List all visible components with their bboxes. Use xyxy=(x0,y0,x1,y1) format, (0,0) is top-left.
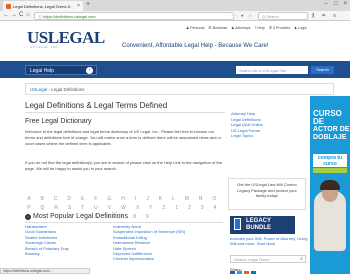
legal-help-label: Legal Help xyxy=(30,68,54,74)
sidebar-link-legal-qa[interactable]: Legal Q&A Online xyxy=(231,122,263,128)
browser-nav-bar: ← → C ⌂ ⓘ https://definitions.uslegal.co… xyxy=(0,11,350,21)
close-window-button[interactable]: × xyxy=(343,1,347,7)
legacy-bundle-banner[interactable]: LEGACY BUNDLE xyxy=(230,216,295,234)
ad-badge: compra tu curso xyxy=(313,154,347,167)
minimize-button[interactable]: – xyxy=(325,1,328,7)
search-button[interactable]: Search xyxy=(311,66,334,74)
favicon-icon xyxy=(6,3,11,9)
promo-box[interactable]: Get the USLegal Law Will Combo Legacy Pa… xyxy=(228,178,306,210)
logo-subtitle: US LEGAL, INC. xyxy=(30,45,60,49)
window-controls: – □ × xyxy=(325,1,347,7)
site-tagline: Convenient, Affordable Legal Help - Beca… xyxy=(122,43,269,49)
top-link-provides[interactable]: ☰ 0 Provides xyxy=(269,26,290,30)
page-actions[interactable]: ··· ♥ ☆ xyxy=(228,13,254,18)
site-search-input[interactable]: Search All of USLegal Site xyxy=(236,66,308,74)
breadcrumb-current: Legal Definitions xyxy=(51,87,85,92)
legal-help-dropdown[interactable]: Legal Help › xyxy=(25,65,97,75)
top-link-attorneys[interactable]: ♟ Attorneys xyxy=(231,26,250,30)
browser-search-input[interactable]: Q Search xyxy=(258,12,308,20)
arrow-circle-icon: › xyxy=(25,213,31,220)
sidebar-link-legal-topics[interactable]: Legal Topics xyxy=(231,133,263,139)
home-button[interactable]: ⌂ xyxy=(26,12,30,18)
dictionary-heading: Free Legal Dictionary xyxy=(25,118,92,125)
popular-link[interactable]: Bunking xyxy=(25,251,69,256)
maximize-button[interactable]: □ xyxy=(334,1,338,7)
advertisement[interactable]: CURSO DE ACTOR DE DOBLAJE compra tu curs… xyxy=(310,96,350,274)
help-paragraph: If you do not find the legal definition(… xyxy=(25,160,223,171)
top-link-login[interactable]: ♟ Login xyxy=(294,26,307,30)
popular-link[interactable]: Criminal Impersonation xyxy=(113,256,185,261)
tab-close-icon[interactable]: × xyxy=(77,3,80,9)
top-link-help[interactable]: ? Help xyxy=(254,26,264,30)
popular-list-col2: Indemnity Bond Suspended Imposition of S… xyxy=(113,224,185,262)
tab-title: Legal Definitions, Legal Terms D xyxy=(13,3,71,9)
top-links: ♟ Personal ☰ Business ♟ Attorneys ? Help… xyxy=(186,26,307,30)
page-title: Legal Definitions & Legal Terms Defined xyxy=(25,101,168,110)
popular-heading: › Most Popular Legal Definitions xyxy=(25,213,128,220)
legal-terms-search-input[interactable]: Search Legal Terms ⌕ xyxy=(230,255,306,263)
reload-button[interactable]: C xyxy=(19,12,23,18)
ad-bar xyxy=(313,168,347,173)
divider xyxy=(25,112,225,113)
divider xyxy=(25,222,223,223)
popular-list-col1: Harassment Good Samaritans Sealed Indict… xyxy=(25,224,69,256)
forward-button[interactable]: → xyxy=(11,12,17,18)
top-link-personal[interactable]: ♟ Personal xyxy=(186,26,204,30)
back-button[interactable]: ← xyxy=(3,12,9,18)
browser-tab[interactable]: Legal Definitions, Legal Terms D × xyxy=(3,1,83,11)
top-link-business[interactable]: ☰ Business xyxy=(208,26,227,30)
document-icon xyxy=(234,218,241,230)
search-icon[interactable]: ⌕ xyxy=(300,256,303,262)
status-bar: https://definitions.uslegal.com/... xyxy=(0,268,90,274)
address-bar[interactable]: ⓘ https://definitions.uslegal.com xyxy=(34,12,234,20)
browser-tab-bar: Legal Definitions, Legal Terms D × + – □… xyxy=(0,0,350,11)
toolbar-icons[interactable]: ⫼ ▭ ≡ xyxy=(312,13,339,19)
new-tab-button[interactable]: + xyxy=(86,1,90,8)
chevron-down-icon: › xyxy=(86,67,93,74)
bundle-description[interactable]: Includes your Will, Power of Attorney, L… xyxy=(230,236,308,246)
breadcrumb-home[interactable]: USLegal xyxy=(30,87,47,92)
breadcrumb: USLegal › Legal Definitions xyxy=(25,83,334,95)
intro-paragraph: Welcome to the legal definitions and leg… xyxy=(25,129,222,146)
sidebar-links: Attorney Help Legal Definitions Legal Q&… xyxy=(231,111,263,139)
